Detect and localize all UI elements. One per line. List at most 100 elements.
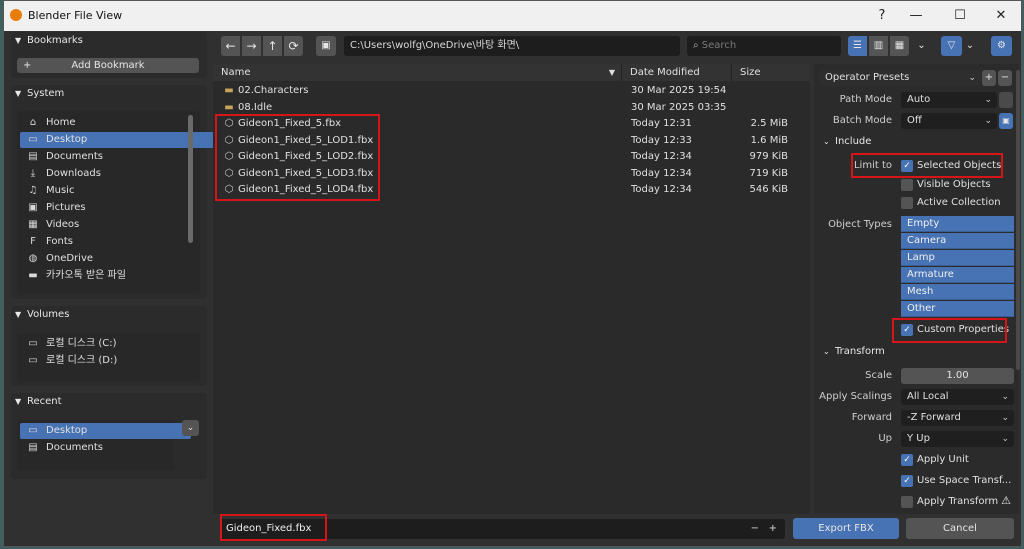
object-type-empty[interactable]: Empty [901, 216, 1014, 232]
apply-scalings-label: Apply Scalings [819, 391, 892, 402]
path-field[interactable]: C:\Users\wolfg\OneDrive\바탕 화면\ [344, 36, 680, 56]
sidebar-item-label: OneDrive [46, 253, 94, 264]
up-dropdown[interactable]: Y Up ⌄ [901, 431, 1014, 447]
sort-arrow-icon: ▼ [608, 68, 615, 77]
column-name[interactable]: Name ▼ [213, 64, 622, 81]
object-type-mesh[interactable]: Mesh [901, 284, 1014, 300]
back-button[interactable]: ← [221, 36, 240, 56]
path-mode-extra-button[interactable] [999, 92, 1013, 108]
display-options-dropdown[interactable]: ⌄ [912, 36, 931, 56]
remove-preset-button[interactable]: − [998, 70, 1012, 86]
file-size: 1.6 MiB [750, 134, 788, 146]
refresh-button[interactable]: ⟳ [284, 36, 303, 56]
sidebar-item[interactable]: ▬ 카카오톡 받은 파일 [20, 268, 217, 284]
add-preset-button[interactable]: + [982, 70, 996, 86]
transform-header[interactable]: ⌄ Transform [823, 346, 885, 357]
file-row[interactable]: ▬ 02.Characters 30 Mar 2025 19:54 [215, 83, 808, 99]
chevron-down-icon: ⌄ [186, 423, 195, 433]
plus-icon: + [984, 72, 994, 83]
sidebar-item[interactable]: ▭ Desktop [20, 423, 191, 439]
sidebar-item[interactable]: ▭ 로컬 디스크 (D:) [20, 353, 217, 369]
export-fbx-button[interactable]: Export FBX [793, 518, 899, 539]
documents-icon: ▤ [28, 442, 38, 453]
include-header[interactable]: ⌄ Include [823, 136, 871, 147]
scale-label: Scale [865, 370, 892, 381]
path-mode-dropdown[interactable]: Auto ⌄ [901, 92, 997, 108]
options-scrollbar[interactable] [1016, 70, 1020, 370]
highlight-custom-properties [892, 318, 1007, 343]
apply-unit-checkbox[interactable]: ✓ Apply Unit [901, 452, 969, 468]
arrow-up-icon: ↑ [267, 39, 278, 53]
horizontal-list-button[interactable]: ▥ [869, 36, 888, 56]
list-icon: ☰ [853, 40, 862, 51]
close-button[interactable]: ✕ [979, 1, 1023, 31]
highlight-filename [220, 514, 327, 541]
system-scrollbar[interactable] [188, 115, 193, 243]
cancel-button[interactable]: Cancel [906, 518, 1014, 539]
object-type-other[interactable]: Other [901, 301, 1014, 317]
sidebar-item[interactable]: ▤ Documents [20, 440, 191, 456]
chevron-down-icon: ⌄ [984, 116, 992, 126]
gear-icon: ⚙ [997, 40, 1006, 51]
volumes-header[interactable]: ▼ Volumes [15, 309, 69, 320]
volumes-panel: ▼ Volumes ▭ 로컬 디스크 (C:) ▭ 로컬 디스크 (D:) [11, 306, 207, 386]
use-space-transform-checkbox[interactable]: ✓ Use Space Transf... [901, 473, 1011, 489]
filter-button[interactable]: ▽ [941, 36, 962, 56]
scale-field[interactable]: 1.00 [901, 368, 1014, 384]
sidebar-item-label: Music [46, 185, 75, 196]
object-type-lamp[interactable]: Lamp [901, 250, 1014, 266]
folder-icon: ▬ [224, 85, 234, 96]
collapse-arrow-icon: ▼ [15, 36, 22, 45]
new-folder-button[interactable]: ▣ [316, 36, 336, 56]
column-date-modified[interactable]: Date Modified [622, 64, 732, 81]
thumbnails-button[interactable]: ▦ [890, 36, 909, 56]
chevron-down-icon: ⌄ [1001, 392, 1009, 402]
bookmarks-header[interactable]: ▼ Bookmarks [15, 35, 83, 46]
operator-presets-dropdown[interactable]: Operator Presets ⌄ [819, 70, 981, 86]
add-bookmark-button[interactable]: + Add Bookmark [17, 58, 199, 73]
sidebar-item-label: Fonts [46, 236, 73, 247]
column-size[interactable]: Size [732, 64, 810, 81]
apply-scalings-dropdown[interactable]: All Local ⌄ [901, 389, 1014, 405]
collapse-arrow-icon: ▼ [15, 397, 22, 406]
recent-header[interactable]: ▼ Recent [15, 396, 62, 407]
file-date: 30 Mar 2025 19:54 [631, 85, 727, 96]
batch-own-dir-button[interactable]: ▣ [999, 113, 1013, 129]
forward-dropdown[interactable]: -Z Forward ⌄ [901, 410, 1014, 426]
title-bar: Blender File View ? — ☐ ✕ [4, 1, 1021, 31]
new-folder-icon: ▣ [321, 40, 331, 51]
refresh-icon: ⟳ [288, 39, 299, 53]
system-header[interactable]: ▼ System [15, 88, 64, 99]
filter-dropdown[interactable]: ⌄ [964, 36, 976, 56]
parent-directory-button[interactable]: ↑ [263, 36, 282, 56]
system-panel: ▼ System ⌂ Home ▭ Desktop ▤ Documents ⤓ Download… [11, 85, 217, 299]
batch-mode-dropdown[interactable]: Off ⌄ [901, 113, 997, 129]
up-label: Up [878, 433, 892, 444]
vertical-list-button[interactable]: ☰ [848, 36, 867, 56]
apply-transform-checkbox[interactable]: Apply Transform [901, 494, 998, 510]
object-type-armature[interactable]: Armature [901, 267, 1014, 283]
globe-icon: ◍ [28, 253, 38, 264]
collapse-arrow-icon: ⌄ [823, 347, 830, 356]
search-input[interactable]: ⌕ Search [687, 36, 841, 56]
minimize-button[interactable]: — [894, 1, 938, 31]
download-icon: ⤓ [30, 168, 36, 179]
forward-label: Forward [851, 412, 892, 423]
disk-icon: ▭ [28, 355, 38, 366]
recent-menu-button[interactable]: ⌄ [182, 420, 199, 436]
active-collection-checkbox[interactable]: Active Collection [901, 195, 1001, 211]
sidebar-item[interactable]: ◍ OneDrive [20, 251, 217, 267]
object-type-camera[interactable]: Camera [901, 233, 1014, 249]
settings-button[interactable]: ⚙ [991, 36, 1012, 56]
sidebar-item[interactable]: ▭ 로컬 디스크 (C:) [20, 336, 217, 352]
documents-icon: ▤ [28, 151, 38, 162]
increment-button[interactable]: + [769, 519, 777, 539]
file-date: Today 12:34 [631, 184, 692, 195]
bookmarks-panel: ▼ Bookmarks + Add Bookmark [11, 32, 207, 78]
forward-button[interactable]: → [242, 36, 261, 56]
decrement-button[interactable]: − [751, 519, 759, 539]
window-title: Blender File View [28, 9, 123, 22]
maximize-button[interactable]: ☐ [938, 1, 982, 31]
folder-plus-icon: ▣ [1002, 116, 1010, 125]
visible-objects-checkbox[interactable]: Visible Objects [901, 177, 991, 193]
